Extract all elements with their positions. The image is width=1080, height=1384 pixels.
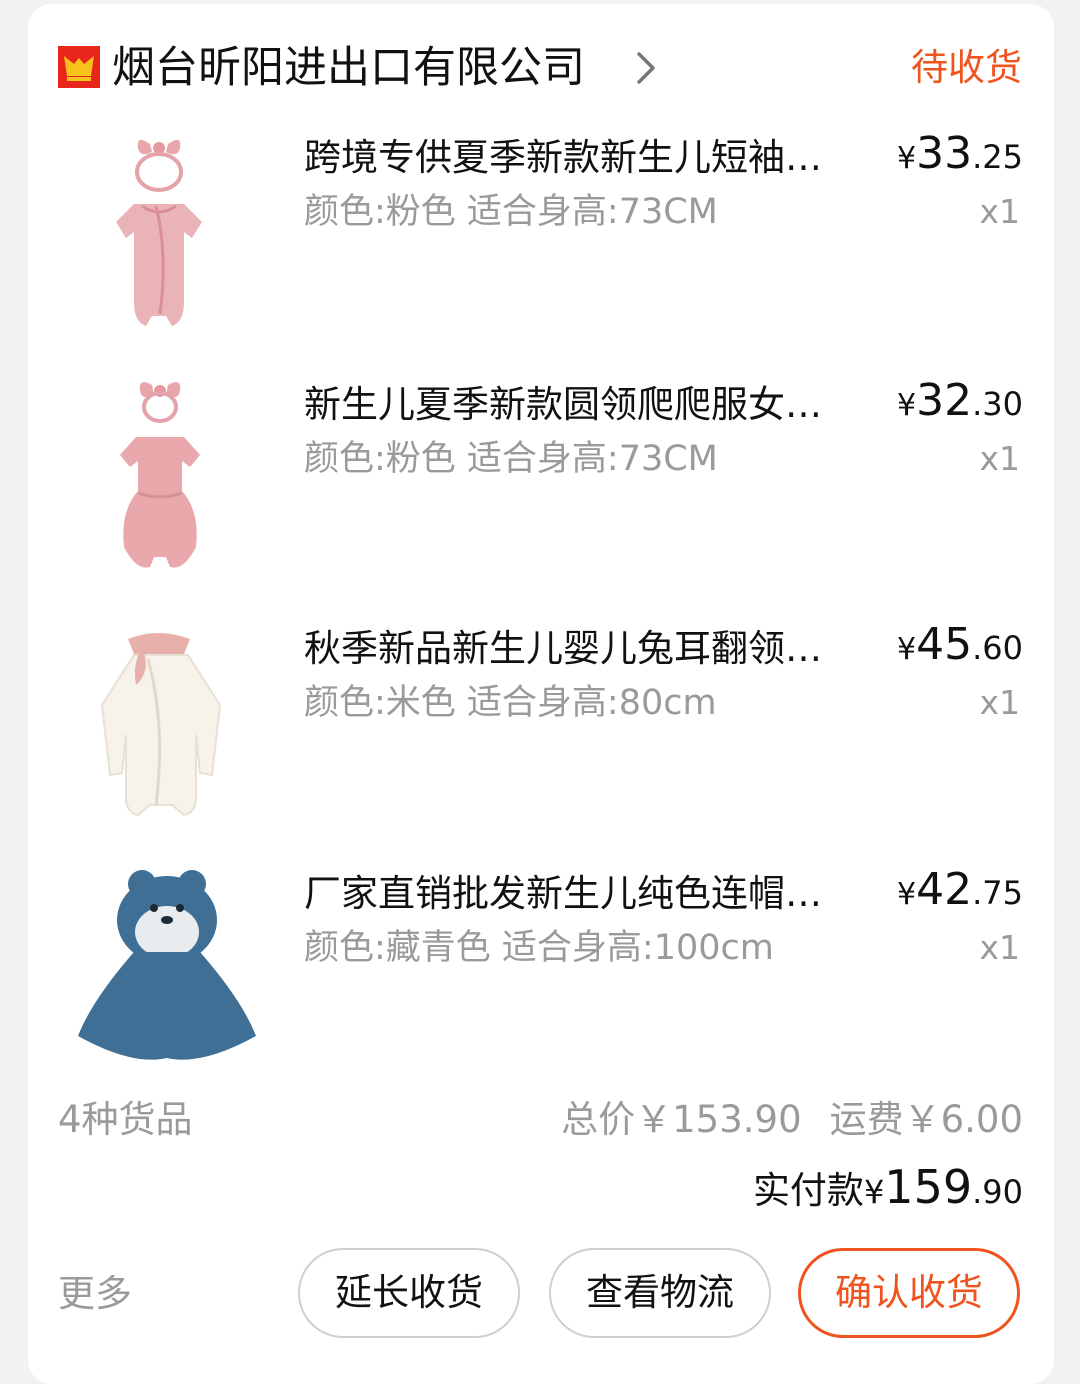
- order-status: 待收货: [911, 46, 1022, 89]
- order-item[interactable]: 跨境专供夏季新款新生儿短袖连... 颜色:粉色 适合身高:73CM ¥33.25…: [0, 128, 1080, 354]
- view-logistics-button[interactable]: 查看物流: [549, 1248, 771, 1338]
- paid-label: 实付款: [752, 1169, 864, 1212]
- product-image-cream-romper[interactable]: [72, 625, 262, 825]
- product-spec: 颜色:藏青色 适合身高:100cm: [304, 928, 774, 968]
- product-price: ¥32.30: [897, 375, 1023, 426]
- shop-name[interactable]: 烟台昕阳进出口有限公司: [112, 38, 585, 98]
- extend-receipt-button[interactable]: 延长收货: [298, 1248, 520, 1338]
- product-title[interactable]: 跨境专供夏季新款新生儿短袖连...: [304, 134, 856, 182]
- product-image-pink-bodysuit[interactable]: [72, 381, 262, 581]
- price-integer: 32: [916, 375, 973, 426]
- product-quantity: x1: [979, 192, 1020, 231]
- currency-symbol: ¥: [897, 141, 917, 176]
- shop-header[interactable]: 烟台昕阳进出口有限公司 待收货: [58, 38, 1022, 98]
- product-title[interactable]: 厂家直销批发新生儿纯色连帽斗...: [304, 870, 856, 918]
- shipping-fee: 运费￥6.00: [829, 1098, 1023, 1141]
- product-image-pink-romper[interactable]: [72, 134, 262, 334]
- product-price: ¥45.60: [897, 619, 1023, 670]
- price-integer: 45: [916, 619, 973, 670]
- product-price: ¥42.75: [897, 864, 1023, 915]
- price-decimal: .25: [972, 138, 1023, 176]
- product-spec: 颜色:粉色 适合身高:73CM: [304, 192, 718, 232]
- product-title[interactable]: 新生儿夏季新款圆领爬爬服女宝...: [304, 381, 856, 429]
- product-image-blue-bear-cape[interactable]: [72, 870, 262, 1070]
- chevron-right-icon[interactable]: [634, 48, 658, 88]
- order-item[interactable]: 新生儿夏季新款圆领爬爬服女宝... 颜色:粉色 适合身高:73CM ¥32.30…: [0, 375, 1080, 601]
- item-count: 4种货品: [58, 1098, 193, 1141]
- price-decimal: .30: [972, 385, 1023, 423]
- product-title[interactable]: 秋季新品新生儿婴儿兔耳翻领连...: [304, 625, 856, 673]
- price-integer: 42: [916, 864, 973, 915]
- paid-decimal: .90: [972, 1173, 1023, 1211]
- total-price: 总价￥153.90: [561, 1098, 802, 1141]
- currency-symbol: ¥: [897, 877, 917, 912]
- product-quantity: x1: [979, 439, 1020, 478]
- product-spec: 颜色:粉色 适合身高:73CM: [304, 439, 718, 479]
- price-decimal: .75: [972, 874, 1023, 912]
- more-link[interactable]: 更多: [58, 1270, 132, 1318]
- currency-symbol: ¥: [897, 632, 917, 667]
- product-quantity: x1: [979, 928, 1020, 967]
- shop-logo-icon: [58, 46, 100, 88]
- product-price: ¥33.25: [897, 128, 1023, 179]
- currency-symbol: ¥: [897, 388, 917, 423]
- price-decimal: .60: [972, 629, 1023, 667]
- order-item[interactable]: 厂家直销批发新生儿纯色连帽斗... 颜色:藏青色 适合身高:100cm ¥42.…: [0, 864, 1080, 1090]
- paid-integer: 159: [884, 1160, 973, 1214]
- price-integer: 33: [916, 128, 973, 179]
- price-summary: 总价￥153.90 运费￥6.00: [561, 1096, 1023, 1144]
- product-quantity: x1: [979, 683, 1020, 722]
- product-spec: 颜色:米色 适合身高:80cm: [304, 683, 717, 723]
- currency-symbol: ¥: [863, 1173, 885, 1211]
- order-item[interactable]: 秋季新品新生儿婴儿兔耳翻领连... 颜色:米色 适合身高:80cm ¥45.60…: [0, 619, 1080, 845]
- paid-amount: 实付款¥159.90: [753, 1160, 1023, 1214]
- confirm-receipt-button[interactable]: 确认收货: [798, 1248, 1020, 1338]
